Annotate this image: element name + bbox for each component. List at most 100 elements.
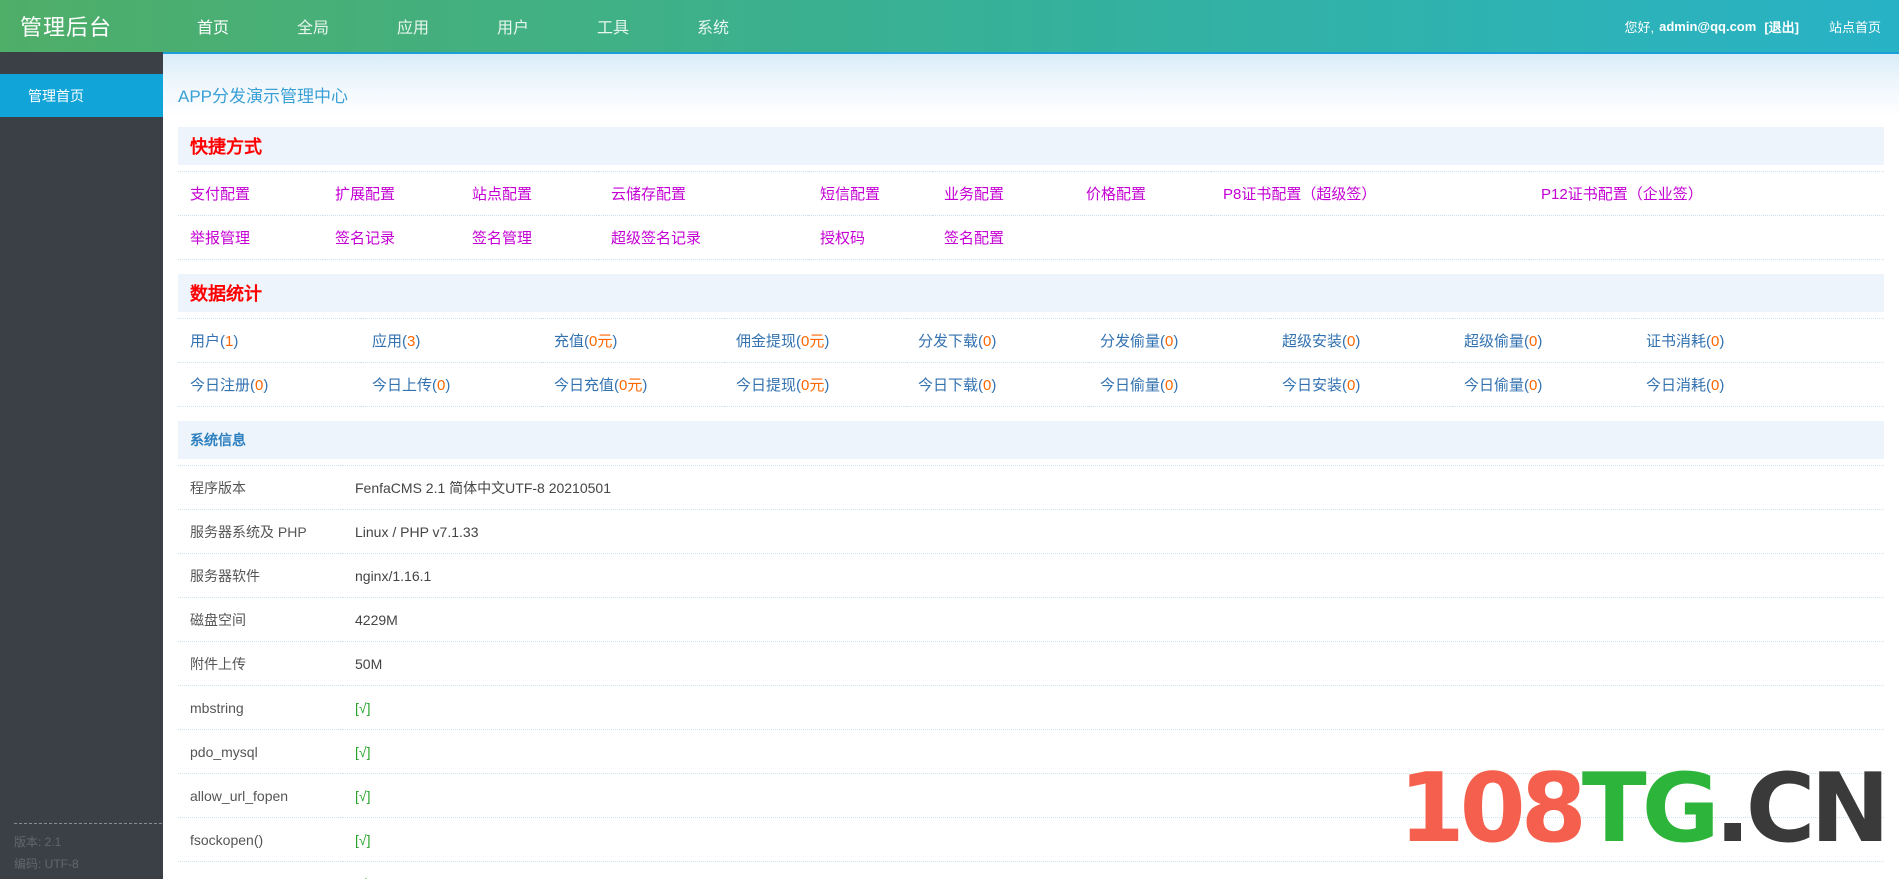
stat-link[interactable]: 今日上传(0) — [372, 377, 450, 394]
stat-cell: 今日偷量(0) — [1088, 362, 1270, 407]
sysinfo-row: mbstring [√] — [178, 685, 1884, 730]
top-bar: 管理后台 首页 全局 应用 用户 工具 系统 您好, admin@qq.com [退出] … — [0, 0, 1899, 52]
stat-link[interactable]: 今日消耗(0) — [1646, 377, 1724, 394]
shortcut-cell: 业务配置 — [932, 171, 1074, 216]
sysinfo-value: Linux / PHP v7.1.33 — [343, 509, 1884, 554]
sysinfo-label: 程序版本 — [178, 465, 343, 510]
stat-link[interactable]: 今日下载(0) — [918, 377, 996, 394]
page-title: APP分发演示管理中心 — [178, 87, 349, 106]
shortcuts-title: 快捷方式 — [190, 137, 262, 157]
shortcut-cell: 举报管理 — [178, 215, 323, 260]
sysinfo-check-value: [√] — [343, 773, 1884, 818]
sidebar-footer: 版本: 2.1 编码: UTF-8 — [14, 822, 162, 875]
shortcut-link[interactable]: 扩展配置 — [335, 186, 395, 203]
sysinfo-section-header: 系统信息 — [178, 421, 1884, 459]
stat-cell: 今日上传(0) — [360, 362, 542, 407]
stat-label: 今日提现 — [736, 377, 797, 394]
nav-item-system[interactable]: 系统 — [663, 14, 763, 38]
stat-link[interactable]: 今日偷量(0) — [1464, 377, 1542, 394]
stat-link[interactable]: 用户(1) — [190, 333, 238, 350]
sysinfo-row: pdo_mysql [√] — [178, 729, 1884, 774]
sysinfo-value: 50M — [343, 641, 1884, 686]
stat-cell: 今日充值(0元) — [542, 362, 724, 407]
shortcut-link[interactable]: 举报管理 — [190, 230, 250, 247]
stat-paren-close: ) — [1355, 333, 1361, 350]
nav-item-user[interactable]: 用户 — [463, 14, 563, 38]
stat-cell: 超级安装(0) — [1270, 318, 1452, 363]
sysinfo-row: 服务器系统及 PHP Linux / PHP v7.1.33 — [178, 509, 1884, 554]
sysinfo-row: curl_init()[√] — [178, 861, 1884, 879]
nav-item-home[interactable]: 首页 — [163, 14, 263, 38]
shortcut-link[interactable]: P12证书配置（企业签） — [1541, 186, 1703, 203]
stat-link[interactable]: 今日提现(0元) — [736, 377, 829, 394]
stat-link[interactable]: 超级安装(0) — [1282, 333, 1360, 350]
nav-item-global[interactable]: 全局 — [263, 14, 363, 38]
stats-row: 今日注册(0) 今日上传(0) 今日充值(0元) 今日提现(0元) 今日下载(0) 今日偷… — [178, 362, 1884, 407]
stat-label: 今日上传 — [372, 377, 433, 394]
sysinfo-row: 磁盘空间 4229M — [178, 597, 1884, 642]
stat-link[interactable]: 超级偷量(0) — [1464, 333, 1542, 350]
shortcut-link[interactable]: 价格配置 — [1086, 186, 1146, 203]
stat-cell: 充值(0元) — [542, 318, 724, 363]
stat-cell: 今日消耗(0) — [1634, 362, 1884, 407]
stat-link[interactable]: 今日注册(0) — [190, 377, 268, 394]
shortcut-link[interactable]: 授权码 — [820, 230, 865, 247]
shortcut-cell: P12证书配置（企业签） — [1529, 171, 1884, 216]
nav-item-tools[interactable]: 工具 — [563, 14, 663, 38]
stat-paren-close: ) — [991, 333, 997, 350]
stat-link[interactable]: 今日安装(0) — [1282, 377, 1360, 394]
stat-paren-close: ) — [445, 377, 451, 394]
shortcut-link[interactable]: 签名配置 — [944, 230, 1004, 247]
shortcut-cell — [1211, 215, 1529, 260]
stat-value: 0元 — [801, 377, 825, 394]
stat-label: 应用 — [372, 333, 403, 350]
shortcut-link[interactable]: 签名记录 — [335, 230, 395, 247]
stat-label: 用户 — [190, 333, 221, 350]
shortcut-link[interactable]: 超级签名记录 — [611, 230, 701, 247]
stat-paren-close: ) — [415, 333, 421, 350]
stat-link[interactable]: 分发偷量(0) — [1100, 333, 1178, 350]
shortcut-cell: 签名管理 — [460, 215, 599, 260]
shortcuts-section-header: 快捷方式 — [178, 127, 1884, 165]
stat-link[interactable]: 今日偷量(0) — [1100, 377, 1178, 394]
shortcut-cell: 支付配置 — [178, 171, 323, 216]
stat-label: 充值 — [554, 333, 585, 350]
logout-link[interactable]: [退出] — [1764, 17, 1799, 36]
stat-paren-close: ) — [1355, 377, 1361, 394]
shortcut-link[interactable]: 支付配置 — [190, 186, 250, 203]
stat-cell: 今日安装(0) — [1270, 362, 1452, 407]
shortcut-cell: 扩展配置 — [323, 171, 460, 216]
sidebar-item-admin-home[interactable]: 管理首页 — [0, 74, 163, 117]
main-nav: 首页 全局 应用 用户 工具 系统 — [163, 0, 763, 52]
stat-paren-close: ) — [642, 377, 648, 394]
shortcut-link[interactable]: 签名管理 — [472, 230, 532, 247]
sysinfo-check-value: [√] — [343, 685, 1884, 730]
stat-link[interactable]: 分发下载(0) — [918, 333, 996, 350]
stat-cell: 分发偷量(0) — [1088, 318, 1270, 363]
nav-item-app[interactable]: 应用 — [363, 14, 463, 38]
stat-link[interactable]: 充值(0元) — [554, 333, 617, 350]
stat-link[interactable]: 佣金提现(0元) — [736, 333, 829, 350]
stat-cell: 今日偷量(0) — [1452, 362, 1634, 407]
stat-paren-close: ) — [1537, 377, 1543, 394]
sysinfo-check-value: [√] — [343, 729, 1884, 774]
shortcut-cell: P8证书配置（超级签） — [1211, 171, 1529, 216]
shortcut-link[interactable]: 短信配置 — [820, 186, 880, 203]
shortcut-link[interactable]: P8证书配置（超级签） — [1223, 186, 1376, 203]
sysinfo-row: allow_url_fopen [√] — [178, 773, 1884, 818]
stat-link[interactable]: 应用(3) — [372, 333, 420, 350]
sidebar-divider — [14, 822, 162, 824]
stat-link[interactable]: 今日充值(0元) — [554, 377, 647, 394]
stat-paren-close: ) — [824, 377, 830, 394]
sysinfo-label: mbstring — [178, 685, 343, 730]
stat-value: 0元 — [801, 333, 825, 350]
shortcut-cell — [1529, 215, 1884, 260]
site-home-link[interactable]: 站点首页 — [1829, 17, 1881, 36]
shortcut-link[interactable]: 云储存配置 — [611, 186, 686, 203]
shortcut-link[interactable]: 站点配置 — [472, 186, 532, 203]
shortcut-cell: 云储存配置 — [599, 171, 808, 216]
stat-link[interactable]: 证书消耗(0) — [1646, 333, 1724, 350]
shortcut-link[interactable]: 业务配置 — [944, 186, 1004, 203]
stat-paren-close: ) — [263, 377, 269, 394]
sidebar: 管理首页 版本: 2.1 编码: UTF-8 — [0, 52, 163, 879]
